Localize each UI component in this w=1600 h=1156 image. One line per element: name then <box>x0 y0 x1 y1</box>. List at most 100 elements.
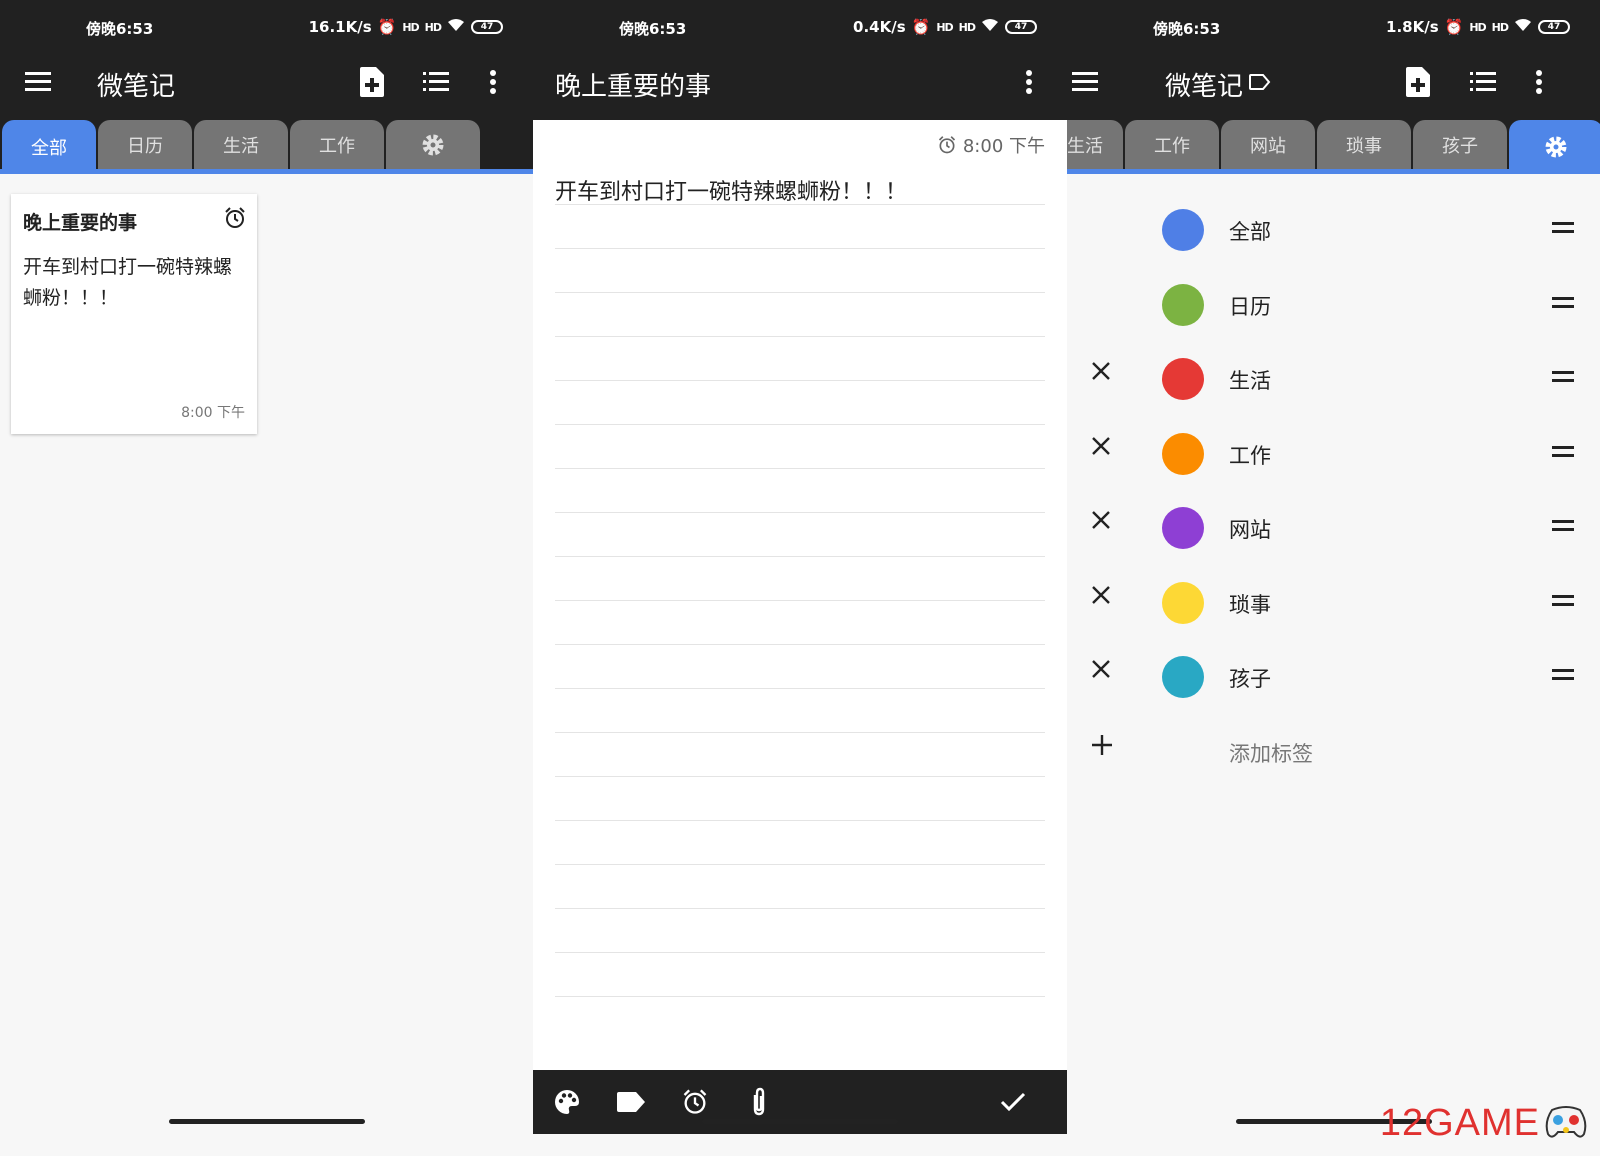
status-indicators: 1.8K/s ⏰ HD HD 47 <box>1386 18 1570 36</box>
tab-bar: 生活 工作 网站 琐事 孩子 <box>1067 120 1600 174</box>
label-name[interactable]: 生活 <box>1229 365 1271 395</box>
note-card-time: 8:00 下午 <box>181 405 245 421</box>
watermark-text: 12GAME <box>1379 1102 1540 1144</box>
tab-work[interactable]: 工作 <box>290 120 384 169</box>
ruled-line <box>555 688 1045 689</box>
status-bar: 傍晚6:53 0.4K/s ⏰ HD HD 47 <box>533 0 1067 44</box>
note-body-text[interactable]: 开车到村口打一碗特辣螺蛳粉！！！ <box>555 174 907 206</box>
ruled-line <box>555 600 1045 601</box>
tab-settings[interactable] <box>1509 120 1600 174</box>
label-color-dot[interactable] <box>1162 284 1204 326</box>
label-row[interactable]: 日历 <box>1067 267 1600 343</box>
app-bar: 晚上重要的事 <box>533 44 1067 120</box>
plus-icon[interactable] <box>1091 734 1113 760</box>
palette-icon[interactable] <box>549 1084 585 1120</box>
label-icon[interactable] <box>613 1084 649 1120</box>
label-row[interactable]: 生活 <box>1067 341 1600 417</box>
close-icon[interactable] <box>1091 361 1111 385</box>
list-view-icon[interactable] <box>1465 64 1501 100</box>
ruled-line <box>555 468 1045 469</box>
label-row[interactable]: 琐事 <box>1067 565 1600 641</box>
status-indicators: 0.4K/s ⏰ HD HD 47 <box>853 18 1037 36</box>
check-icon[interactable] <box>995 1084 1031 1120</box>
drag-handle-icon[interactable] <box>1552 222 1574 238</box>
battery-icon: 47 <box>471 20 503 34</box>
more-options-icon[interactable] <box>475 64 511 100</box>
label-color-dot[interactable] <box>1162 656 1204 698</box>
label-name[interactable]: 日历 <box>1229 291 1271 321</box>
close-icon[interactable] <box>1091 510 1111 534</box>
drag-handle-icon[interactable] <box>1552 595 1574 611</box>
signal-icon: HD <box>402 20 419 34</box>
close-icon[interactable] <box>1091 585 1111 609</box>
note-title[interactable]: 晚上重要的事 <box>555 66 711 103</box>
list-view-icon[interactable] <box>418 64 454 100</box>
close-icon[interactable] <box>1091 659 1111 683</box>
more-options-icon[interactable] <box>1521 64 1557 100</box>
label-color-dot[interactable] <box>1162 433 1204 475</box>
menu-icon[interactable] <box>20 64 56 100</box>
tab-calendar[interactable]: 日历 <box>98 120 192 169</box>
add-label-text[interactable]: 添加标签 <box>1229 738 1313 768</box>
new-note-icon[interactable] <box>354 64 390 100</box>
tab-all[interactable]: 全部 <box>2 120 96 174</box>
new-note-icon[interactable] <box>1400 64 1436 100</box>
status-bar: 傍晚6:53 1.8K/s ⏰ HD HD 47 <box>1067 0 1600 44</box>
reminder-time[interactable]: 8:00 下午 <box>937 132 1045 158</box>
label-name[interactable]: 工作 <box>1229 440 1271 470</box>
note-card[interactable]: 晚上重要的事 开车到村口打一碗特辣螺蛳粉！！！ 8:00 下午 <box>11 194 257 434</box>
app-bar: 微笔记 <box>1067 44 1600 120</box>
screen-label-manager: 傍晚6:53 1.8K/s ⏰ HD HD 47 微笔记 生活 工作 网站 琐事… <box>1067 0 1600 1156</box>
tab-bar: 全部 日历 生活 工作 <box>0 120 533 174</box>
add-label-row[interactable]: 添加标签 <box>1067 714 1600 790</box>
drag-handle-icon[interactable] <box>1552 669 1574 685</box>
ruled-line <box>555 336 1045 337</box>
network-speed: 0.4K/s <box>853 18 906 36</box>
label-color-dot[interactable] <box>1162 582 1204 624</box>
tab-website[interactable]: 网站 <box>1221 120 1315 169</box>
signal-icon: HD <box>936 20 953 34</box>
tab-kids[interactable]: 孩子 <box>1413 120 1507 169</box>
ruled-line <box>555 952 1045 953</box>
alarm-icon[interactable] <box>677 1084 713 1120</box>
editor-toolbar <box>533 1070 1067 1134</box>
label-outline-icon[interactable] <box>1242 64 1278 100</box>
ruled-line <box>555 864 1045 865</box>
ruled-line <box>555 908 1045 909</box>
label-color-dot[interactable] <box>1162 209 1204 251</box>
label-row[interactable]: 孩子 <box>1067 639 1600 715</box>
drag-handle-icon[interactable] <box>1552 446 1574 462</box>
home-indicator <box>702 1119 898 1124</box>
ruled-line <box>555 512 1045 513</box>
drag-handle-icon[interactable] <box>1552 297 1574 313</box>
label-color-dot[interactable] <box>1162 507 1204 549</box>
drag-handle-icon[interactable] <box>1552 371 1574 387</box>
alarm-status-icon: ⏰ <box>911 18 931 36</box>
note-list: 晚上重要的事 开车到村口打一碗特辣螺蛳粉！！！ 8:00 下午 <box>0 174 533 1156</box>
label-color-dot[interactable] <box>1162 358 1204 400</box>
tab-life[interactable]: 生活 <box>194 120 288 169</box>
label-name[interactable]: 网站 <box>1229 514 1271 544</box>
gear-icon <box>1545 136 1567 158</box>
more-options-icon[interactable] <box>1011 64 1047 100</box>
close-icon[interactable] <box>1091 436 1111 460</box>
tab-work[interactable]: 工作 <box>1125 120 1219 169</box>
label-name[interactable]: 琐事 <box>1229 589 1271 619</box>
screen-note-list: 傍晚6:53 16.1K/s ⏰ HD HD 47 微笔记 全部 日历 生活 工… <box>0 0 533 1156</box>
tab-chores[interactable]: 琐事 <box>1317 120 1411 169</box>
note-editor[interactable]: 8:00 下午 开车到村口打一碗特辣螺蛳粉！！！ <box>533 120 1067 1070</box>
note-card-body: 开车到村口打一碗特辣螺蛳粉！！！ <box>23 256 233 309</box>
label-name[interactable]: 孩子 <box>1229 663 1271 693</box>
menu-icon[interactable] <box>1067 64 1103 100</box>
attachment-icon[interactable] <box>741 1084 777 1120</box>
label-row[interactable]: 网站 <box>1067 490 1600 566</box>
signal-icon-2: HD <box>424 20 442 34</box>
tab-life[interactable]: 生活 <box>1067 120 1123 169</box>
label-row[interactable]: 工作 <box>1067 416 1600 492</box>
label-name[interactable]: 全部 <box>1229 216 1271 246</box>
ruled-line <box>555 732 1045 733</box>
label-row[interactable]: 全部 <box>1067 192 1600 268</box>
ruled-line <box>555 380 1045 381</box>
drag-handle-icon[interactable] <box>1552 520 1574 536</box>
tab-settings[interactable] <box>386 120 480 169</box>
